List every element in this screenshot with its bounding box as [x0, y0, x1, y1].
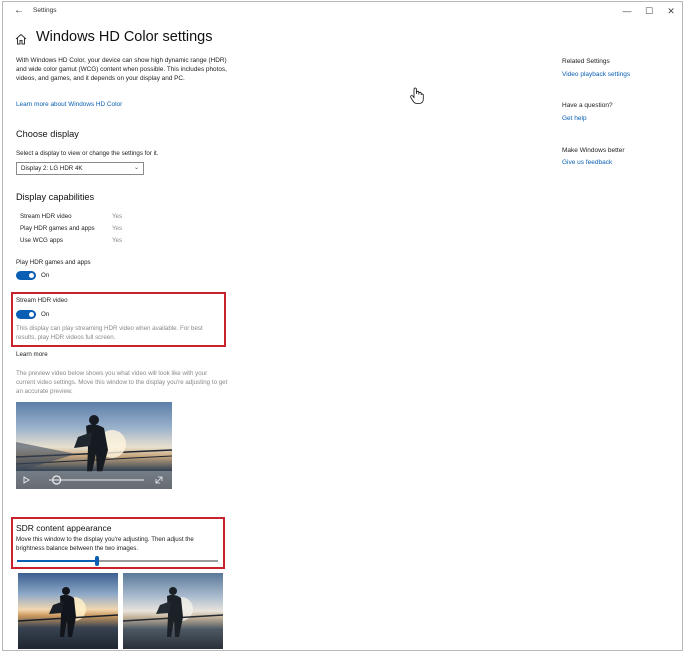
slider-fill	[17, 560, 98, 562]
toggle-knob	[29, 273, 34, 278]
preview-video[interactable]	[16, 402, 172, 489]
sdr-heading: SDR content appearance	[16, 523, 112, 533]
hand-cursor-icon	[410, 87, 424, 104]
stream-hdr-label: Stream HDR video	[16, 297, 68, 304]
have-a-question-heading: Have a question?	[562, 102, 613, 109]
sdr-description: Move this window to the display you're a…	[16, 536, 194, 552]
learn-more-link[interactable]: Learn more	[16, 351, 48, 358]
give-feedback-link[interactable]: Give us feedback	[562, 159, 612, 166]
display-dropdown[interactable]: Display 2: LG HDR 4K ⌄	[16, 162, 144, 175]
close-button[interactable]: ✕	[660, 2, 682, 21]
play-hdr-state: On	[41, 272, 50, 279]
play-icon	[23, 476, 30, 484]
capability-value: Yes	[112, 225, 123, 232]
capability-value: Yes	[112, 213, 123, 220]
slider-thumb[interactable]	[95, 556, 100, 566]
sdr-brightness-slider[interactable]	[17, 556, 218, 566]
capability-label: Play HDR games and apps	[20, 225, 95, 232]
make-windows-better-heading: Make Windows better	[562, 147, 625, 154]
choose-display-heading: Choose display	[16, 129, 79, 139]
page-title: Windows HD Color settings	[36, 29, 213, 45]
display-dropdown-value: Display 2: LG HDR 4K	[21, 165, 83, 172]
stream-hdr-description: This display can play streaming HDR vide…	[16, 325, 203, 341]
window-title: Settings	[33, 7, 57, 14]
preview-description: The preview video below shows you what v…	[16, 370, 228, 395]
sdr-preview-image-sdr	[123, 573, 223, 649]
video-controls	[16, 471, 172, 489]
window-controls: — ☐ ✕	[616, 2, 682, 21]
play-hdr-label: Play HDR games and apps	[16, 259, 91, 266]
related-settings-heading: Related Settings	[562, 58, 610, 65]
capability-label: Stream HDR video	[20, 213, 72, 220]
display-capabilities-heading: Display capabilities	[16, 192, 95, 202]
title-bar: ← Settings — ☐ ✕	[3, 2, 682, 21]
stream-hdr-state: On	[41, 311, 50, 318]
choose-display-instruction: Select a display to view or change the s…	[16, 150, 159, 157]
get-help-link[interactable]: Get help	[562, 115, 587, 122]
back-arrow-icon[interactable]: ←	[12, 4, 26, 18]
chevron-down-icon: ⌄	[133, 165, 139, 171]
learn-more-hd-color-link[interactable]: Learn more about Windows HD Color	[16, 101, 122, 108]
capability-value: Yes	[112, 237, 123, 244]
intro-text: With Windows HD Color, your device can s…	[16, 57, 227, 82]
play-hdr-toggle[interactable]	[16, 271, 36, 280]
capability-label: Use WCG apps	[20, 237, 63, 244]
settings-window: ← Settings — ☐ ✕ Windows HD Color settin…	[2, 1, 683, 651]
maximize-button[interactable]: ☐	[638, 2, 660, 21]
toggle-knob	[29, 312, 34, 317]
sdr-preview-image-hdr	[18, 573, 118, 649]
stream-hdr-toggle[interactable]	[16, 310, 36, 319]
home-icon[interactable]	[14, 32, 28, 46]
minimize-button[interactable]: —	[616, 2, 638, 21]
video-playback-settings-link[interactable]: Video playback settings	[562, 71, 630, 78]
fullscreen-icon	[155, 476, 163, 484]
